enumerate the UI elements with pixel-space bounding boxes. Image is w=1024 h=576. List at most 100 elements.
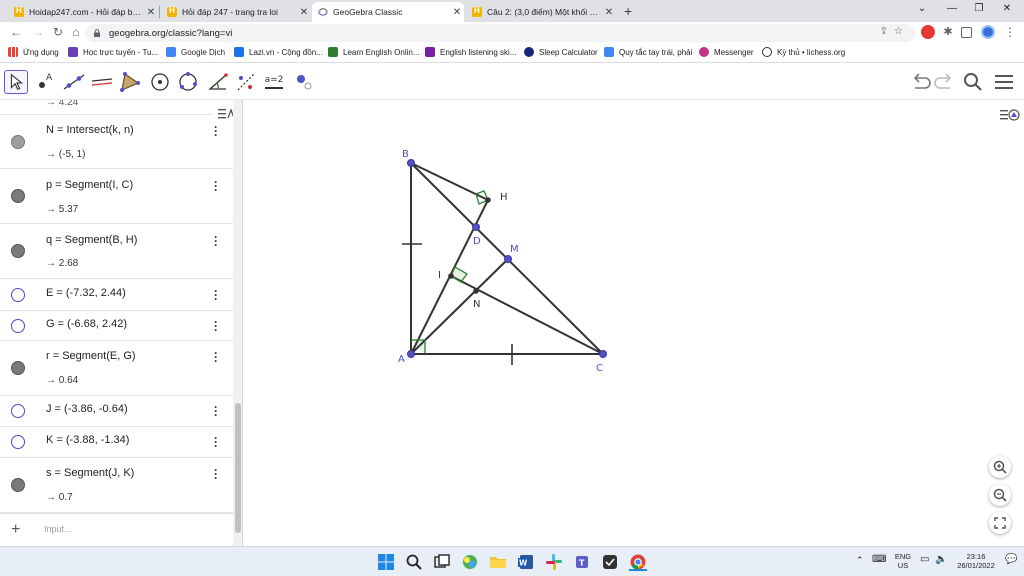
more-options-icon[interactable]: · · ·: [212, 176, 220, 196]
lock-icon[interactable]: [93, 29, 101, 37]
teams-button[interactable]: T: [573, 553, 591, 571]
browser-tab-1[interactable]: Hoidap247.com - Hỏi đáp bài tập ✕: [8, 2, 158, 22]
browser-menu-icon[interactable]: ⋮: [1004, 25, 1016, 39]
segment-IC[interactable]: [450, 275, 604, 355]
profile-avatar[interactable]: [981, 25, 995, 39]
move-tool-button[interactable]: [4, 70, 28, 94]
browser-tab-2[interactable]: Hỏi đáp 247 - trang tra loi ✕: [161, 2, 311, 22]
file-explorer-button[interactable]: [489, 553, 507, 571]
more-options-icon[interactable]: · · ·: [212, 347, 220, 367]
bookmark-english-listening[interactable]: English listening ski...: [425, 47, 516, 57]
algebra-row-p[interactable]: p = Segment(I, C) → 5.37 · · ·: [0, 169, 233, 224]
browser-tab-4[interactable]: Câu 2: (3,0 điểm) Một khối gỗ đặ ✕: [466, 2, 616, 22]
algebra-row-G[interactable]: G = (-6.68, 2.42) · · ·: [0, 311, 233, 341]
point-I[interactable]: [448, 273, 454, 279]
algebra-row-J[interactable]: J = (-3.86, -0.64) · · ·: [0, 396, 233, 427]
point-B[interactable]: [407, 159, 415, 167]
widgets-button[interactable]: [461, 553, 479, 571]
algebra-row-N[interactable]: N = Intersect(k, n) → (-5, 1) · · ·: [0, 115, 233, 169]
slack-button[interactable]: [545, 553, 563, 571]
close-tab-icon[interactable]: ✕: [450, 7, 464, 18]
polygon-tool-button[interactable]: [118, 70, 142, 94]
back-button[interactable]: ←: [8, 25, 24, 39]
more-options-icon[interactable]: · · ·: [212, 316, 220, 336]
point-M[interactable]: [504, 255, 512, 263]
line-tool-button[interactable]: [62, 70, 86, 94]
visibility-toggle[interactable]: [11, 404, 25, 418]
slider-tool-button[interactable]: a=2: [262, 70, 286, 94]
plus-icon[interactable]: +: [11, 521, 20, 539]
algebra-row-E[interactable]: E = (-7.32, 2.44) · · ·: [0, 279, 233, 311]
close-window-button[interactable]: ✕: [995, 3, 1019, 14]
side-panel-icon[interactable]: [961, 27, 972, 38]
more-options-icon[interactable]: · · ·: [212, 231, 220, 251]
algebra-expression[interactable]: p = Segment(I, C): [46, 179, 133, 191]
circle-three-points-tool-button[interactable]: [176, 70, 200, 94]
visibility-toggle[interactable]: [11, 319, 25, 333]
visibility-toggle[interactable]: [11, 244, 25, 258]
word-button[interactable]: W: [517, 553, 535, 571]
scrollbar-thumb[interactable]: [235, 403, 241, 533]
share-and-bookmark-icons[interactable]: ⇪☆: [880, 26, 909, 37]
bookmark-quy-tac[interactable]: Quy tắc tay trái, phải: [604, 47, 692, 57]
visibility-toggle[interactable]: [11, 135, 25, 149]
reflect-tool-button[interactable]: [234, 70, 258, 94]
visibility-toggle[interactable]: [11, 435, 25, 449]
algebra-row-s[interactable]: s = Segment(J, K) → 0.7 · · ·: [0, 458, 233, 513]
extensions-puzzle-icon[interactable]: ✱: [941, 25, 955, 39]
taskbar-search-button[interactable]: [405, 553, 423, 571]
bookmark-messenger[interactable]: Messenger: [699, 47, 754, 57]
opera-extension-icon[interactable]: [921, 25, 935, 39]
visibility-toggle[interactable]: [11, 361, 25, 375]
volume-icon[interactable]: 🔈: [935, 555, 947, 565]
geometry-canvas[interactable]: B A C D M H I N: [244, 100, 1024, 546]
chrome-button[interactable]: [629, 553, 647, 571]
clock[interactable]: 23:16 26/01/2022: [955, 552, 997, 570]
graphics-style-bar-toggle[interactable]: [996, 103, 1022, 127]
visibility-toggle[interactable]: [11, 288, 25, 302]
bookmark-apps[interactable]: Ứng dụng: [8, 47, 59, 57]
redo-button[interactable]: [933, 72, 955, 92]
bookmark-sleep-calculator[interactable]: Sleep Calculator: [524, 47, 598, 57]
new-tab-button[interactable]: +: [624, 3, 632, 19]
point-tool-button[interactable]: A: [34, 70, 58, 94]
algebra-expression[interactable]: K = (-3.88, -1.34): [46, 434, 129, 446]
algebra-expression[interactable]: r = Segment(E, G): [46, 350, 136, 362]
search-button[interactable]: [962, 72, 984, 92]
visibility-toggle[interactable]: [11, 478, 25, 492]
close-tab-icon[interactable]: ✕: [297, 7, 311, 18]
visibility-toggle[interactable]: [11, 189, 25, 203]
notification-icon[interactable]: 💬: [1005, 555, 1017, 565]
restore-button[interactable]: ❐: [967, 3, 991, 14]
algebra-row-K[interactable]: K = (-3.88, -1.34) · · ·: [0, 427, 233, 458]
point-C[interactable]: [599, 350, 607, 358]
algebra-expression[interactable]: N = Intersect(k, n): [46, 124, 134, 136]
minimize-button[interactable]: —: [940, 3, 964, 14]
language-indicator[interactable]: ENG US: [893, 552, 913, 570]
zoom-out-button[interactable]: [989, 484, 1011, 506]
undo-button[interactable]: [910, 72, 932, 92]
forward-button[interactable]: →: [30, 25, 46, 39]
close-tab-icon[interactable]: ✕: [602, 7, 616, 18]
close-tab-icon[interactable]: ✕: [144, 7, 158, 18]
perpendicular-tool-button[interactable]: [90, 70, 114, 94]
browser-tab-geogebra[interactable]: GeoGebra Classic ✕: [312, 2, 464, 22]
task-view-button[interactable]: [433, 553, 451, 571]
more-options-icon[interactable]: · · ·: [212, 464, 220, 484]
start-button[interactable]: [377, 553, 395, 571]
point-D[interactable]: [472, 223, 480, 231]
fullscreen-button[interactable]: [989, 512, 1011, 534]
tab-search-icon[interactable]: ⌄: [910, 3, 934, 14]
angle-tool-button[interactable]: [206, 70, 230, 94]
bookmark-learn-english[interactable]: Learn English Onlin...: [328, 47, 420, 57]
algebra-expression[interactable]: E = (-7.32, 2.44): [46, 287, 126, 299]
point-N[interactable]: [473, 288, 479, 294]
reload-button[interactable]: ↻: [50, 25, 66, 39]
algebra-scrollbar[interactable]: [233, 100, 242, 546]
home-button[interactable]: ⌂: [68, 25, 84, 39]
keyboard-icon[interactable]: ⌨: [872, 555, 886, 565]
more-options-icon[interactable]: · · ·: [212, 285, 220, 305]
algebra-input-row[interactable]: + Input...: [0, 513, 233, 546]
bookmark-google-dich[interactable]: Google Dịch: [166, 47, 225, 57]
bookmark-lazi[interactable]: Lazi.vn - Cộng đồn...: [234, 47, 323, 57]
